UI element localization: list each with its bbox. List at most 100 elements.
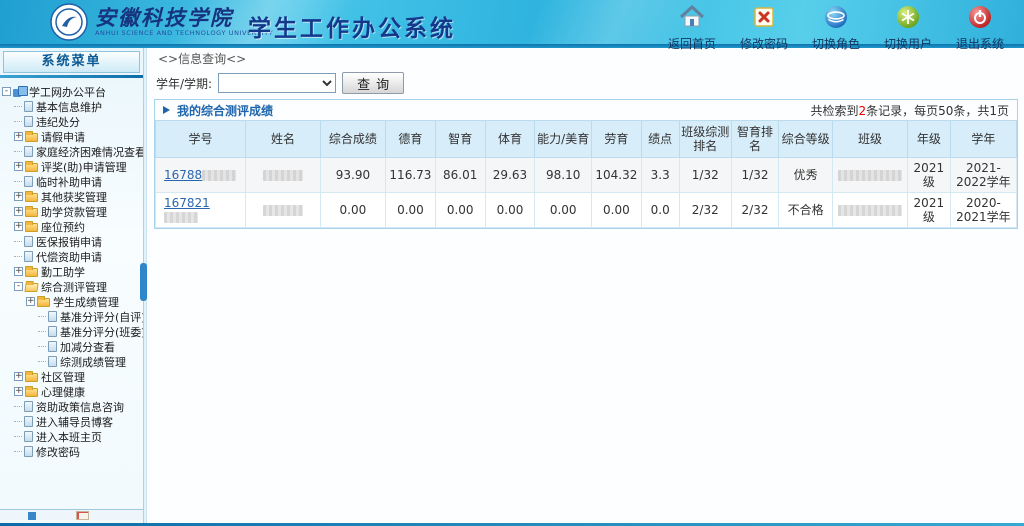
sidebar-item[interactable]: 临时补助申请 [0, 174, 143, 189]
sidebar-item-label: 违纪处分 [36, 114, 80, 129]
doc-icon [24, 251, 33, 262]
university-logo-block: 安徽科技学院 ANHUI SCIENCE AND TECHNOLOGY UNIV… [50, 3, 273, 41]
query-button[interactable]: 查询 [342, 72, 404, 94]
tree-connector [14, 151, 22, 152]
student-name-redacted [263, 170, 303, 181]
year-term-select[interactable] [218, 73, 336, 93]
table-row: 1678893.90116.7386.0129.6398.10104.323.3… [156, 158, 1017, 193]
column-header: 姓名 [246, 121, 321, 158]
sidebar-item[interactable]: +勤工助学 [0, 264, 143, 279]
sidebar-item-label: 综合测评管理 [41, 279, 107, 294]
sidebar-item[interactable]: - 综合测评管理 [0, 279, 143, 294]
column-header: 能力/美育 [535, 121, 592, 158]
table-cell: 0.00 [386, 193, 436, 228]
student-id-link[interactable]: 16788 [164, 168, 236, 182]
sidebar-item[interactable]: 基准分评分(班委) [0, 324, 143, 339]
sidebar-item[interactable]: +评奖(助)申请管理 [0, 159, 143, 174]
section-title-wrap: 我的综合测评成绩 [163, 102, 273, 119]
sidebar-item[interactable]: +学生成绩管理 [0, 294, 143, 309]
sidebar-item[interactable]: 修改密码 [0, 444, 143, 459]
sidebar-item[interactable]: 代偿资助申请 [0, 249, 143, 264]
table-cell: 1/32 [731, 158, 778, 193]
column-header: 劳育 [592, 121, 642, 158]
tree-connector [14, 436, 22, 437]
sidebar-item-label: 社区管理 [41, 369, 85, 384]
column-header: 学号 [156, 121, 246, 158]
results-panel-header: 我的综合测评成绩 共检索到2条记录，每页50条，共1页 [155, 100, 1017, 120]
nav-label: 退出系统 [956, 35, 1004, 52]
class-name-cell [833, 158, 908, 193]
expand-plus-icon[interactable]: + [26, 297, 35, 306]
sidebar-title-underline [0, 75, 143, 78]
sidebar-item[interactable]: +座位预约 [0, 219, 143, 234]
sidebar-item[interactable]: 家庭经济困难情况查看 [0, 144, 143, 159]
expand-plus-icon[interactable]: + [14, 267, 23, 276]
sidebar-item[interactable]: +心理健康 [0, 384, 143, 399]
sidebar-item[interactable]: 违纪处分 [0, 114, 143, 129]
sidebar-item[interactable]: 加减分查看 [0, 339, 143, 354]
folder-icon [25, 133, 38, 142]
sidebar-item[interactable]: 医保报销申请 [0, 234, 143, 249]
sidebar-item-label: 代偿资助申请 [36, 249, 102, 264]
tree-connector [38, 331, 46, 332]
sidebar-item[interactable]: + 其他获奖管理 [0, 189, 143, 204]
column-header: 学年 [950, 121, 1016, 158]
sidebar-item[interactable]: 基本信息维护 [0, 99, 143, 114]
tree-connector [14, 106, 22, 107]
sidebar-item[interactable]: +助学贷款管理 [0, 204, 143, 219]
student-id-link[interactable]: 167821 [164, 196, 210, 224]
sidebar-collapse-handle[interactable] [140, 263, 147, 301]
folder-icon [25, 268, 38, 277]
column-header: 班级综测排名 [679, 121, 731, 158]
expand-plus-icon[interactable]: + [14, 162, 23, 171]
section-title: 我的综合测评成绩 [177, 102, 273, 119]
expand-plus-icon[interactable]: + [14, 387, 23, 396]
folder-icon [25, 388, 38, 397]
table-cell: 2021级 [907, 158, 950, 193]
sidebar-item[interactable]: 基准分评分(自评) [0, 309, 143, 324]
sidebar-item-label: 修改密码 [36, 444, 80, 459]
column-header: 班级 [833, 121, 908, 158]
expand-plus-icon[interactable]: + [14, 372, 23, 381]
sidebar-item[interactable]: 进入本班主页 [0, 429, 143, 444]
sidebar-item[interactable]: 资助政策信息咨询 [0, 399, 143, 414]
sidebar-item[interactable]: + 社区管理 [0, 369, 143, 384]
logout-power-icon [967, 4, 993, 34]
table-cell: 1/32 [679, 158, 731, 193]
university-name: 安徽科技学院 [95, 7, 273, 29]
column-header: 综合等级 [779, 121, 833, 158]
sidebar-item[interactable]: - 学工网办公平台 [0, 84, 143, 99]
tree-connector [38, 316, 46, 317]
university-name-block: 安徽科技学院 ANHUI SCIENCE AND TECHNOLOGY UNIV… [95, 7, 273, 37]
expand-plus-icon[interactable]: + [14, 192, 23, 201]
doc-icon [24, 101, 33, 112]
sidebar-item-label: 基本信息维护 [36, 99, 102, 114]
folder-icon [25, 193, 38, 202]
doc-icon [24, 416, 33, 427]
column-header: 综合成绩 [320, 121, 385, 158]
sidebar-item-label: 其他获奖管理 [41, 189, 107, 204]
expand-minus-icon[interactable]: - [2, 87, 11, 96]
sidebar-item-label: 临时补助申请 [36, 174, 102, 189]
nav-exit-system[interactable]: 退出系统 [952, 4, 1008, 52]
results-panel: 我的综合测评成绩 共检索到2条记录，每页50条，共1页 学号姓名综合成绩德育智育… [154, 99, 1018, 229]
expand-plus-icon[interactable]: + [14, 222, 23, 231]
table-cell: 2/32 [731, 193, 778, 228]
sidebar-item[interactable]: +请假申请 [0, 129, 143, 144]
nav-change-password[interactable]: 修改密码 [736, 4, 792, 52]
nav-switch-user[interactable]: 切换用户 [880, 4, 936, 52]
nav-switch-role[interactable]: 切换角色 [808, 4, 864, 52]
query-form: 学年/学期: 查询 [148, 70, 1024, 96]
nav-return-home[interactable]: 返回首页 [664, 4, 720, 52]
table-cell: 2/32 [679, 193, 731, 228]
table-cell: 93.90 [320, 158, 385, 193]
sidebar-item[interactable]: 综测成绩管理 [0, 354, 143, 369]
table-cell: 0.00 [320, 193, 385, 228]
app-header: 安徽科技学院 ANHUI SCIENCE AND TECHNOLOGY UNIV… [0, 0, 1024, 44]
sidebar-item[interactable]: 进入辅导员博客 [0, 414, 143, 429]
sidebar-item-label: 学工网办公平台 [29, 84, 106, 99]
expand-plus-icon[interactable]: + [14, 132, 23, 141]
expand-minus-icon[interactable]: - [14, 282, 23, 291]
expand-plus-icon[interactable]: + [14, 207, 23, 216]
table-header-row: 学号姓名综合成绩德育智育体育能力/美育劳育绩点班级综测排名智育排名综合等级班级年… [156, 121, 1017, 158]
